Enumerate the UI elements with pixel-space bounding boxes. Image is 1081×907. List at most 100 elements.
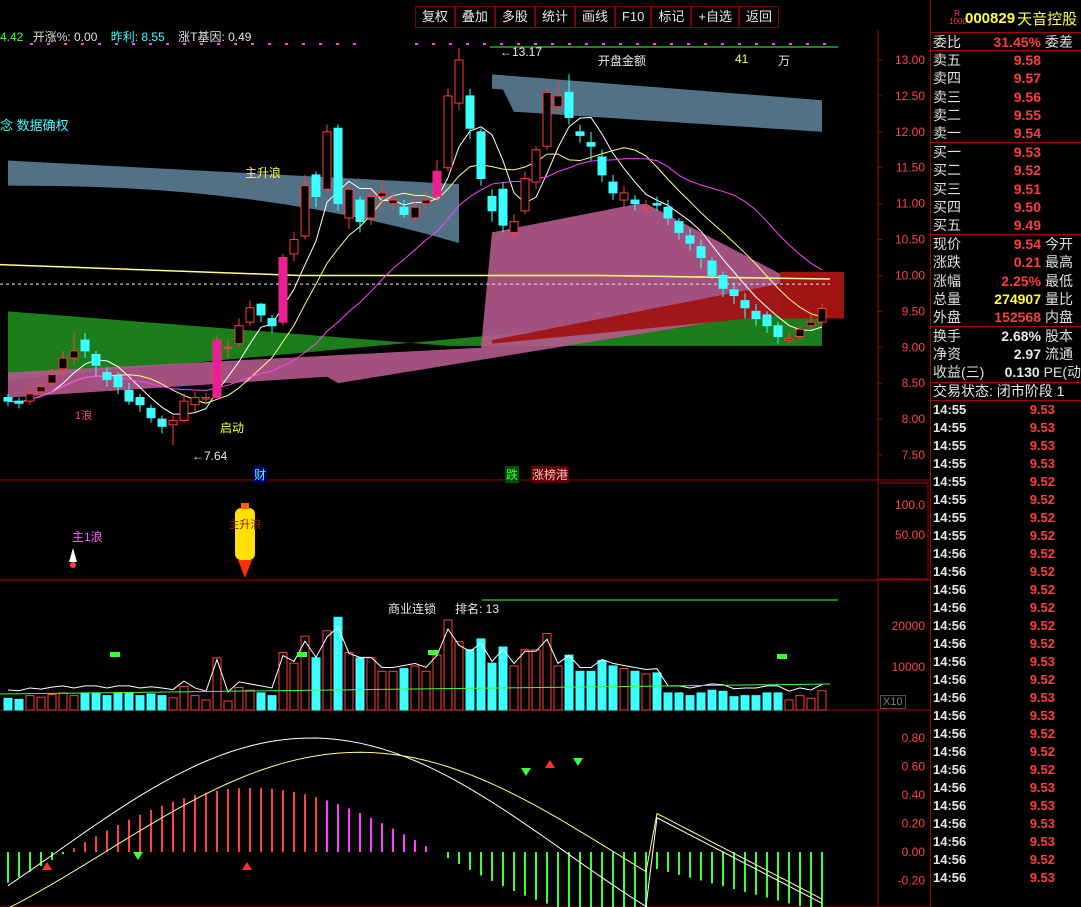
signal-dot [619, 43, 622, 45]
volume-bar [69, 695, 79, 711]
stat-row-label: 净资 [933, 346, 961, 363]
volume-bar [410, 665, 420, 711]
candle-down [102, 371, 112, 381]
stat-row: 收益(三) 0.130 PE(动 [931, 363, 1081, 381]
tick-row: 14:56 9.52 [931, 617, 1081, 635]
low-price-label: ←7.64 [192, 449, 228, 463]
finance-marker[interactable]: 财 [253, 466, 268, 483]
toolbar-statistics-button[interactable]: 统计 [534, 6, 575, 28]
volume-bar [3, 697, 13, 711]
toolbar-multi-stock-button[interactable]: 多股 [494, 6, 535, 28]
open-amount-label: 开盘金额 [598, 54, 647, 68]
toolbar-back-button[interactable]: 返回 [738, 6, 779, 28]
candle-up [410, 206, 420, 219]
limit-up-candle [279, 257, 287, 323]
price-tick-label: 10.50 [895, 233, 925, 247]
volume-bar [784, 699, 794, 711]
x10-indicator[interactable]: X10 [880, 695, 906, 709]
candle-down [685, 235, 695, 244]
candle-up [388, 199, 398, 205]
stock-badge: R 1000 [949, 9, 967, 26]
tick-price: 9.53 [1029, 402, 1055, 418]
sell-arrow-icon [573, 758, 583, 766]
candle-down [14, 400, 24, 404]
tick-price: 9.53 [1029, 438, 1055, 454]
sell-level: 卖二 9.55 [931, 106, 1081, 124]
tick-row: 14:56 9.53 [931, 797, 1081, 815]
kline-chart-canvas[interactable]: 13.00 12.50 12.00 11.50 11.00 10.50 10.00 9.50 9… [0, 0, 930, 907]
tick-time: 14:56 [933, 834, 967, 850]
stock-stats: 换手 2.68% 股本 净资 2.97 流通 收益(三) 0.130 PE(动 [931, 326, 1081, 382]
tick-price: 9.53 [1029, 456, 1055, 472]
signal-dot [466, 43, 469, 45]
tick-time: 14:56 [933, 762, 967, 778]
quote-row: 涨幅 2.25% 最低 [931, 271, 1081, 289]
tick-price: 9.53 [1029, 798, 1055, 814]
tick-time: 14:56 [933, 852, 967, 868]
volume-bar [564, 654, 574, 711]
open-amount-value: 41 [735, 52, 749, 66]
candle-down [630, 199, 640, 205]
sell-level: 卖一 9.54 [931, 124, 1081, 142]
tick-time: 14:56 [933, 636, 967, 652]
stat-row-extra-label: PE(动 [1043, 364, 1081, 381]
candle-down [674, 221, 684, 233]
tick-time: 14:56 [933, 600, 967, 616]
sell-level-label: 卖五 [933, 52, 961, 69]
quote-row-extra-label: 最高 [1045, 254, 1073, 271]
volume-bar [190, 695, 200, 711]
toolbar-mark-button[interactable]: 标记 [651, 6, 692, 28]
chart-area[interactable]: 13.00 12.50 12.00 11.50 11.00 10.50 10.00 9.50 9… [0, 0, 930, 907]
volume-tick-label: 10000 [892, 660, 926, 674]
sector-name-label: 商业连锁 [388, 602, 437, 616]
volume-bar [476, 638, 486, 711]
quote-row-value: 0.21 [1013, 254, 1041, 271]
volume-bar [773, 692, 783, 711]
quote-row-label: 总量 [933, 290, 961, 307]
tick-time: 14:56 [933, 582, 967, 598]
volume-bar [388, 670, 398, 711]
toolbar-add-favorite-button[interactable]: +自选 [691, 6, 739, 28]
volume-bar [641, 673, 651, 711]
volume-bar [696, 692, 706, 711]
candle-up [641, 206, 651, 209]
toolbar-f10-button[interactable]: F10 [614, 6, 652, 28]
quote-row: 总量 274907 量比 [931, 290, 1081, 308]
tick-price: 9.52 [1029, 474, 1055, 490]
sell-arrow-icon [521, 768, 531, 776]
rank-label: 排名: 13 [455, 602, 500, 616]
candle-down [652, 203, 662, 206]
sell-level-value: 9.55 [1013, 106, 1041, 123]
toolbar-restore-button[interactable]: 复权 [414, 6, 455, 28]
tick-row: 14:56 9.53 [931, 689, 1081, 707]
tick-price: 9.53 [1029, 690, 1055, 706]
stat-row-extra-label: 股本 [1045, 328, 1073, 345]
candle-up [784, 338, 794, 341]
tick-price: 9.53 [1029, 420, 1055, 436]
tick-price: 9.52 [1029, 618, 1055, 634]
volume-bar [113, 692, 123, 711]
tick-row: 14:56 9.52 [931, 725, 1081, 743]
tick-price: 9.53 [1029, 834, 1055, 850]
tick-time: 14:55 [933, 420, 967, 436]
rocket-flame [238, 560, 252, 578]
tick-time: 14:56 [933, 654, 967, 670]
signal-dot [432, 43, 435, 45]
tick-time: 14:55 [933, 474, 967, 490]
volume-bar [674, 692, 684, 711]
drop-marker[interactable]: 跌 [505, 466, 520, 483]
volume-bar [124, 692, 134, 711]
candle-up [366, 195, 376, 219]
trade-status: 交易状态: 闭市阶段 1 [931, 381, 1081, 400]
volume-bar [575, 670, 585, 711]
sell-arrow-icon [133, 852, 143, 860]
wave1-label: 1浪 [75, 410, 93, 422]
rise-list-marker[interactable]: 涨榜港 [531, 466, 570, 483]
tick-list[interactable]: 14:55 9.53 14:55 9.53 14:55 9.53 14:55 9.53 14:5… [931, 399, 1081, 887]
toolbar-draw-line-button[interactable]: 画线 [574, 6, 615, 28]
weibi-value: 31.45% [993, 33, 1041, 50]
volume-bar [146, 693, 156, 711]
toolbar-overlay-button[interactable]: 叠加 [454, 6, 495, 28]
volume-bar [531, 649, 541, 711]
sell-level-value: 9.56 [1013, 88, 1041, 105]
